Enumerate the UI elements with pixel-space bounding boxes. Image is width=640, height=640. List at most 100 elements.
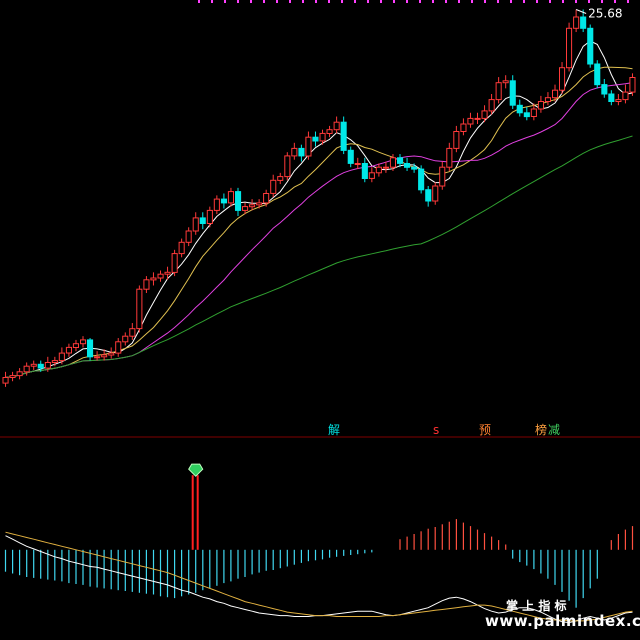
candle-body bbox=[361, 163, 368, 179]
top-tick bbox=[263, 0, 265, 3]
top-tick bbox=[211, 0, 213, 3]
candle bbox=[587, 24, 594, 68]
candle bbox=[235, 187, 242, 217]
candle bbox=[136, 285, 143, 333]
candle bbox=[72, 339, 80, 352]
candle-body bbox=[51, 360, 58, 364]
top-tick bbox=[250, 0, 252, 3]
candle bbox=[432, 182, 439, 205]
ma-line-60 bbox=[5, 135, 633, 378]
candle bbox=[16, 368, 23, 380]
signal-bar-left bbox=[191, 475, 194, 550]
signal-marker bbox=[188, 463, 204, 550]
candle bbox=[354, 157, 361, 170]
candle-body bbox=[157, 273, 164, 279]
top-tick bbox=[471, 0, 473, 3]
candle-body bbox=[509, 80, 516, 106]
candle-body bbox=[122, 335, 129, 343]
candle-body bbox=[263, 193, 270, 204]
candle-body bbox=[16, 371, 23, 377]
candle-body bbox=[249, 204, 256, 208]
candle-body bbox=[178, 241, 185, 255]
top-tick bbox=[315, 0, 317, 3]
candle-body bbox=[333, 121, 340, 131]
candle-body bbox=[559, 67, 566, 91]
candle-body bbox=[9, 375, 16, 379]
candle-body bbox=[37, 363, 44, 369]
candle-body bbox=[439, 166, 446, 187]
candle-body bbox=[347, 149, 354, 164]
candle bbox=[502, 75, 509, 89]
candle bbox=[58, 347, 65, 365]
candle bbox=[523, 107, 530, 121]
candle bbox=[559, 62, 566, 94]
candle bbox=[446, 142, 453, 171]
candle-body bbox=[594, 63, 601, 86]
candle bbox=[256, 199, 263, 209]
signal-label-jie: 解 bbox=[328, 423, 341, 437]
top-tick bbox=[367, 0, 369, 3]
candle-body bbox=[242, 206, 249, 211]
candle-body bbox=[58, 352, 65, 362]
candle bbox=[122, 332, 129, 346]
top-tick bbox=[237, 0, 239, 3]
candle-body bbox=[418, 168, 425, 191]
candle-body bbox=[481, 110, 488, 119]
candle-body bbox=[354, 163, 361, 165]
candle bbox=[622, 84, 629, 104]
signal-label-jian: 减 bbox=[548, 423, 561, 437]
top-tick bbox=[406, 0, 408, 3]
candle bbox=[284, 152, 291, 181]
candle-body bbox=[270, 179, 277, 194]
candle bbox=[537, 95, 545, 113]
signal-bar-right bbox=[196, 475, 199, 550]
candle bbox=[171, 249, 178, 277]
candle-body bbox=[206, 209, 213, 224]
candle bbox=[467, 112, 474, 128]
candle bbox=[150, 272, 157, 286]
candle bbox=[418, 165, 425, 194]
candle bbox=[157, 270, 164, 282]
candle bbox=[340, 116, 347, 155]
candle bbox=[30, 360, 37, 370]
top-tick bbox=[627, 0, 629, 3]
candle bbox=[629, 73, 636, 96]
candle-body bbox=[199, 217, 206, 224]
candle bbox=[185, 227, 192, 247]
candle-body bbox=[227, 191, 234, 204]
candle-body bbox=[580, 16, 587, 29]
candle-body bbox=[488, 99, 495, 112]
candle-body bbox=[235, 191, 242, 211]
candle-body bbox=[544, 97, 552, 102]
candle-body bbox=[495, 82, 502, 101]
top-tick bbox=[510, 0, 512, 3]
candle-body bbox=[467, 117, 474, 125]
candle-body bbox=[129, 328, 136, 337]
top-tick bbox=[354, 0, 356, 3]
candle bbox=[368, 167, 375, 183]
candle-body bbox=[382, 166, 389, 169]
candle-body bbox=[80, 339, 87, 345]
diamond-icon bbox=[188, 463, 204, 477]
top-tick bbox=[419, 0, 421, 3]
candle bbox=[453, 125, 460, 153]
candle bbox=[178, 238, 185, 258]
top-tick bbox=[198, 0, 200, 3]
candle bbox=[277, 172, 284, 185]
candle-body bbox=[185, 230, 192, 243]
candle bbox=[115, 338, 122, 357]
candle-body bbox=[446, 147, 453, 168]
signal-label-bang: 榜 bbox=[535, 423, 548, 437]
moving-average-lines bbox=[5, 40, 633, 378]
top-tick bbox=[393, 0, 395, 3]
candle-body bbox=[319, 132, 326, 142]
candle bbox=[164, 266, 171, 280]
candle bbox=[192, 212, 199, 235]
candle-body bbox=[389, 157, 396, 168]
candle bbox=[361, 157, 368, 183]
candle-body bbox=[44, 362, 51, 369]
candle-body bbox=[460, 123, 467, 132]
candle bbox=[601, 78, 608, 98]
top-tick bbox=[614, 0, 616, 3]
candle-body bbox=[573, 16, 580, 29]
